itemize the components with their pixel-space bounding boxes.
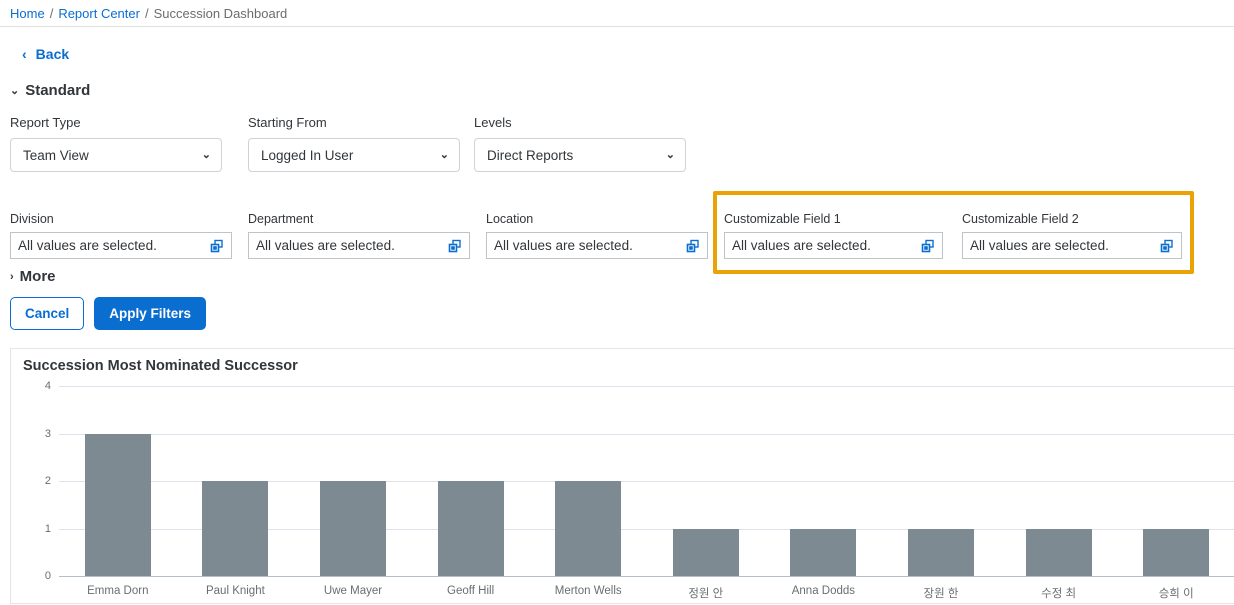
chart-title: Succession Most Nominated Successor	[23, 358, 298, 374]
value-help-value-0: All values are selected.	[18, 238, 157, 253]
chart-card: Succession Most Nominated Successor 0 1 2 3…	[10, 348, 1234, 604]
x-axis-label-4: Merton Wells	[554, 585, 622, 597]
gridline-0	[59, 576, 1234, 577]
bar-9[interactable]	[1143, 528, 1210, 576]
value-help-value-2: All values are selected.	[494, 238, 633, 253]
bar-8[interactable]	[1025, 528, 1092, 576]
value-help-label-3: Customizable Field 1	[724, 212, 841, 226]
value-help-field-0: Division All values are selected.	[10, 212, 232, 259]
field-starting-from-label: Starting From	[248, 115, 327, 130]
x-axis-label-1: Paul Knight	[205, 585, 265, 597]
bar-7[interactable]	[908, 528, 974, 576]
y-axis-tick-0: 0	[44, 570, 51, 582]
value-help-field-4: Customizable Field 2 All values are selec…	[962, 212, 1182, 259]
field-levels: Levels Direct Reports ⌄	[474, 115, 686, 172]
bar-0[interactable]	[84, 433, 151, 576]
y-axis-tick-1: 1	[44, 522, 51, 535]
breadcrumb-item-home[interactable]: Home	[10, 6, 45, 21]
value-help-value-3: All values are selected.	[732, 238, 871, 253]
standard-filters-row: Report Type Team View ⌄ Starting From Lo…	[0, 115, 1234, 172]
value-help-field-3: Customizable Field 1 All values are selec…	[724, 212, 943, 259]
value-help-filters-row: Division All values are selected. Departme…	[0, 194, 1234, 266]
value-help-input-3[interactable]: All values are selected.	[724, 232, 943, 259]
chevron-down-icon: ⌄	[665, 148, 675, 161]
cancel-button[interactable]: Cancel	[10, 297, 85, 330]
back-label: Back	[35, 46, 70, 62]
bar-chart-plot: 0 1 2 3 4 Emma Dorn Paul Knight Uwe Mayer Geoff …	[11, 380, 1234, 605]
value-help-label-2: Location	[486, 212, 534, 226]
apply-filters-button[interactable]: Apply Filters	[94, 297, 207, 330]
more-section-title: More	[19, 268, 56, 285]
breadcrumb-separator: /	[49, 5, 54, 21]
starting-from-value: Logged In User	[261, 147, 354, 163]
filter-actions: Cancel Apply Filters	[0, 297, 1234, 330]
x-axis-label-0: Emma Dorn	[87, 585, 149, 597]
more-section-toggle[interactable]: › More	[0, 268, 1234, 285]
x-axis-label-5: 정원 안	[688, 588, 724, 600]
breadcrumb-separator: /	[144, 5, 149, 21]
field-levels-label: Levels	[474, 115, 512, 130]
y-axis-tick-4: 4	[44, 380, 51, 392]
standard-section-toggle[interactable]: ⌄ Standard	[0, 82, 1234, 99]
value-help-icon[interactable]	[209, 238, 225, 254]
value-help-label-4: Customizable Field 2	[962, 212, 1079, 226]
field-starting-from: Starting From Logged In User ⌄	[248, 115, 460, 172]
bar-2[interactable]	[320, 481, 386, 576]
x-axis-label-7: 장원 한	[923, 588, 959, 600]
x-axis-label-6: Anna Dodds	[791, 585, 856, 597]
value-help-field-2: Location All values are selected.	[486, 212, 708, 259]
chevron-right-icon: ›	[10, 270, 14, 283]
x-axis-label-3: Geoff Hill	[447, 585, 495, 597]
chevron-left-icon: ‹	[22, 46, 27, 62]
value-help-input-2[interactable]: All values are selected.	[486, 232, 708, 259]
x-axis-label-2: Uwe Mayer	[323, 585, 383, 597]
chevron-down-icon: ⌄	[439, 148, 449, 161]
value-help-input-4[interactable]: All values are selected.	[962, 232, 1182, 259]
value-help-icon[interactable]	[1159, 238, 1175, 254]
bar-5[interactable]	[672, 528, 739, 576]
value-help-input-0[interactable]: All values are selected.	[10, 232, 232, 259]
breadcrumb-item-report-center[interactable]: Report Center	[58, 6, 140, 21]
value-help-label-0: Division	[10, 212, 54, 226]
y-axis-tick-2: 2	[44, 475, 51, 487]
value-help-value-1: All values are selected.	[256, 238, 395, 253]
chevron-down-icon: ⌄	[201, 148, 211, 161]
bar-4[interactable]	[555, 481, 622, 576]
field-report-type: Report Type Team View ⌄	[10, 115, 222, 172]
x-axis-label-9: 승희 이	[1158, 588, 1194, 600]
back-button[interactable]: ‹ Back	[22, 46, 69, 62]
breadcrumb: Home / Report Center / Succession Dashbo…	[0, 0, 1234, 27]
gridline-3	[59, 433, 1234, 435]
gridline-4	[59, 386, 1234, 387]
report-type-select[interactable]: Team View ⌄	[10, 138, 222, 172]
value-help-icon[interactable]	[685, 238, 701, 254]
bar-6[interactable]	[790, 528, 857, 576]
value-help-value-4: All values are selected.	[970, 238, 1109, 253]
value-help-label-1: Department	[248, 212, 314, 226]
report-type-value: Team View	[23, 147, 89, 163]
levels-value: Direct Reports	[487, 147, 574, 163]
value-help-icon[interactable]	[920, 238, 936, 254]
back-row: ‹ Back	[0, 35, 1234, 73]
value-help-field-1: Department All values are selected.	[248, 212, 470, 259]
y-axis-tick-3: 3	[44, 427, 51, 440]
standard-section-title: Standard	[25, 82, 91, 99]
bar-3[interactable]	[437, 481, 504, 576]
bar-1[interactable]	[202, 481, 269, 576]
breadcrumb-item-current: Succession Dashboard	[153, 5, 288, 21]
value-help-input-1[interactable]: All values are selected.	[248, 232, 470, 259]
value-help-icon[interactable]	[447, 238, 463, 254]
starting-from-select[interactable]: Logged In User ⌄	[248, 138, 460, 172]
levels-select[interactable]: Direct Reports ⌄	[474, 138, 686, 172]
x-axis-label-8: 수정 최	[1041, 588, 1077, 600]
chevron-down-icon: ⌄	[10, 85, 20, 97]
field-report-type-label: Report Type	[10, 115, 81, 130]
